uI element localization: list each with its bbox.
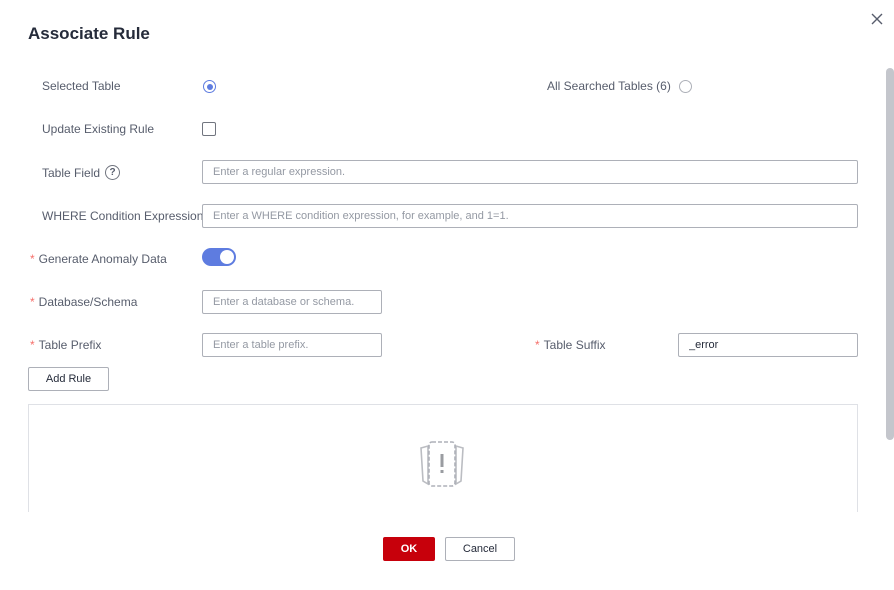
empty-state-icon — [420, 441, 464, 487]
where-condition-label: WHERE Condition Expression — [42, 209, 204, 223]
ok-button[interactable]: OK — [383, 537, 435, 561]
update-existing-rule-checkbox[interactable] — [202, 122, 216, 136]
required-mark: * — [30, 295, 35, 309]
required-mark: * — [535, 338, 540, 352]
generate-anomaly-data-text: Generate Anomaly Data — [38, 252, 167, 266]
dialog-title: Associate Rule — [28, 24, 150, 43]
all-searched-tables-label: All Searched Tables (6) — [547, 79, 671, 93]
database-schema-text: Database/Schema — [38, 295, 138, 309]
selected-table-label: Selected Table — [42, 79, 121, 93]
generate-anomaly-data-label: * Generate Anomaly Data — [30, 251, 167, 267]
table-prefix-label: * Table Prefix — [30, 337, 101, 353]
database-schema-input[interactable] — [202, 290, 382, 314]
table-field-input[interactable] — [202, 160, 858, 184]
table-prefix-text: Table Prefix — [38, 338, 102, 352]
table-prefix-input[interactable] — [202, 333, 382, 357]
selected-table-radio[interactable] — [203, 80, 216, 93]
all-searched-tables-radio[interactable] — [679, 80, 692, 93]
scrollbar[interactable] — [886, 68, 894, 440]
where-condition-input[interactable] — [202, 204, 858, 228]
cancel-button[interactable]: Cancel — [445, 537, 515, 561]
help-icon[interactable]: ? — [105, 165, 120, 180]
generate-anomaly-data-toggle[interactable] — [202, 248, 236, 266]
table-field-label: Table Field — [42, 166, 101, 180]
close-icon[interactable] — [868, 10, 886, 28]
update-existing-rule-label: Update Existing Rule — [42, 122, 155, 136]
table-suffix-label: * Table Suffix — [535, 337, 606, 353]
required-mark: * — [30, 252, 35, 266]
table-suffix-input[interactable] — [678, 333, 858, 357]
required-mark: * — [30, 338, 35, 352]
add-rule-button[interactable]: Add Rule — [28, 367, 109, 391]
database-schema-label: * Database/Schema — [30, 294, 137, 310]
toggle-knob — [220, 250, 234, 264]
table-suffix-text: Table Suffix — [543, 338, 606, 352]
rules-panel — [28, 404, 858, 512]
